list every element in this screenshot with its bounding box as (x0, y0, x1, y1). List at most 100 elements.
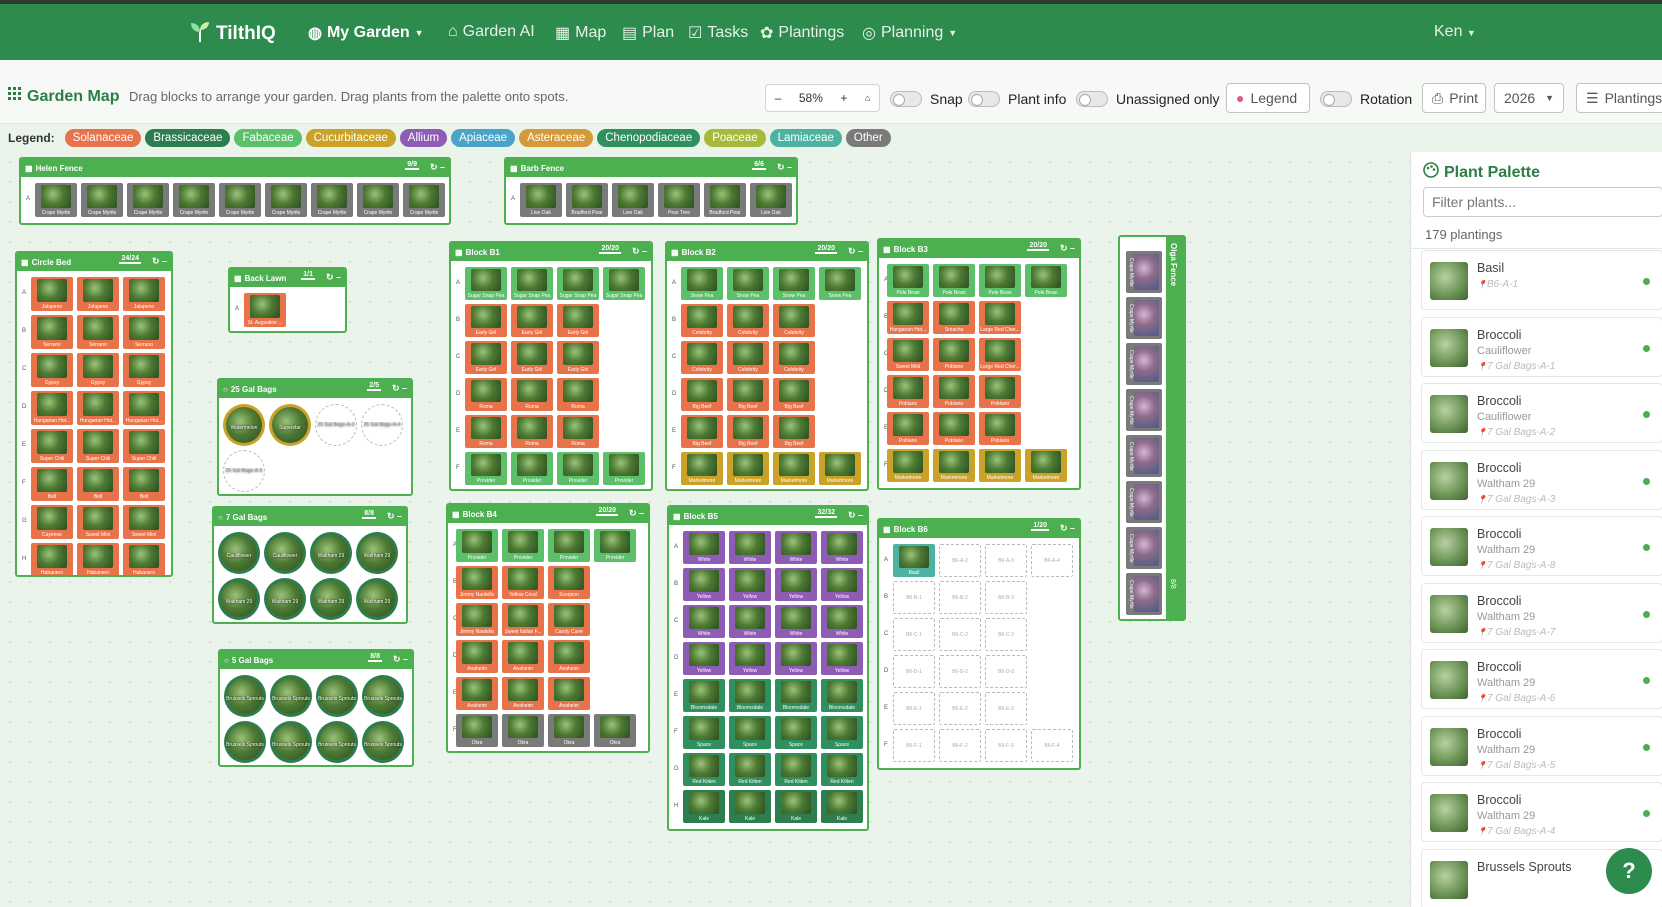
plant-spot[interactable]: Brussels Sprouts (270, 675, 312, 717)
plant-spot[interactable]: Crape Myrtle (35, 183, 77, 217)
plant-spot[interactable]: Superstar (269, 404, 311, 446)
plant-spot[interactable]: Bloomsdale (775, 679, 817, 712)
plant-spot[interactable]: Hungarian Hot... (123, 391, 165, 425)
nav-item-planning[interactable]: ◎ Planning ▼ (862, 23, 957, 43)
plant-spot[interactable]: Super Chili (123, 429, 165, 463)
plant-spot[interactable]: Poblano (933, 338, 975, 371)
plant-spot[interactable]: Waltham 29 (310, 578, 352, 620)
plant-spot[interactable]: Super Chili (77, 429, 119, 463)
legend-button[interactable]: ● Legend (1226, 83, 1310, 113)
palette-item[interactable]: Broccoli Cauliflower 📍7 Gal Bags-A-2 (1421, 383, 1662, 443)
plant-spot[interactable]: Celebrity (773, 304, 815, 337)
block-header[interactable]: ▦ Barb Fence 6/6 ↻ – (506, 159, 796, 177)
empty-plant-spot[interactable]: B6-D-2 (939, 655, 981, 688)
empty-plant-spot[interactable]: B6-B-3 (985, 581, 1027, 614)
plant-spot[interactable]: Gypsy (77, 353, 119, 387)
legend-pill-allium[interactable]: Allium (399, 129, 448, 147)
nav-item-garden-ai[interactable]: ⌂ Garden AI (448, 23, 535, 41)
brand[interactable]: TilthIQ (190, 20, 276, 48)
plant-spot[interactable]: Yellow (683, 642, 725, 675)
palette-item[interactable]: Broccoli Waltham 29 📍7 Gal Bags-A-7 (1421, 582, 1662, 643)
plant-spot[interactable]: Live Oak (750, 183, 792, 217)
plant-spot[interactable]: Pole Bean (887, 264, 929, 297)
plant-spot[interactable]: Provider (603, 452, 645, 485)
plant-spot[interactable]: Provider (548, 529, 590, 562)
plant-spot[interactable]: White (775, 531, 817, 564)
rotate-icon[interactable]: ↻ – (1060, 243, 1075, 254)
garden-block-b4[interactable]: ▦ Block B4 20/20 ↻ – A Provider Provider Provid… (446, 503, 650, 753)
garden-block-b6[interactable]: ▦ Block B6 1/20 ↻ – A Basil B6-A-2 B6-A-3 B6-A-4… (877, 518, 1081, 770)
plant-spot[interactable]: Jalapeno (123, 277, 165, 311)
plant-spot[interactable]: Poblano (979, 412, 1021, 445)
plant-spot[interactable]: Red Kitten (683, 753, 725, 786)
plant-spot[interactable]: Poblano (887, 412, 929, 445)
block-header[interactable]: ○ 7 Gal Bags 8/8 ↻ – (214, 508, 406, 526)
empty-plant-spot[interactable]: B6-C-2 (939, 618, 981, 651)
plant-spot[interactable]: Crape Myrtle (1126, 573, 1162, 615)
plant-spot[interactable]: Early Girl (511, 341, 553, 374)
plant-spot[interactable]: Marketmore (1025, 449, 1067, 482)
plant-spot[interactable]: Serrano (123, 315, 165, 349)
plant-spot[interactable]: Roma (465, 415, 507, 448)
garden-block-b2[interactable]: ▦ Block B2 20/20 ↻ – A Snow Pea Snow Pea Snow P… (665, 241, 869, 491)
plant-spot[interactable]: Roma (557, 378, 599, 411)
plant-spot[interactable]: Provider (502, 529, 544, 562)
plant-spot[interactable]: Marketmore (979, 449, 1021, 482)
plant-spot[interactable]: Sugar Snap Pea (511, 267, 553, 300)
print-button[interactable]: ⎙ Print (1422, 83, 1486, 113)
plant-spot[interactable]: Yellow (775, 568, 817, 601)
block-header[interactable]: ▦ Block B3 20/20 ↻ – (879, 240, 1079, 258)
rotate-icon[interactable]: ↻ – (629, 508, 644, 519)
empty-plant-spot[interactable]: B6-A-4 (1031, 544, 1073, 577)
plant-spot[interactable]: Snow Pea (681, 267, 723, 300)
plant-spot[interactable]: Pole Bean (1025, 264, 1067, 297)
plant-spot[interactable]: Space (729, 716, 771, 749)
rotate-icon[interactable]: ↻ – (392, 383, 407, 394)
plant-spot[interactable]: Anaheim (502, 640, 544, 673)
plant-spot[interactable]: Brussels Sprouts (224, 675, 266, 717)
plant-spot[interactable]: White (683, 605, 725, 638)
plant-spot[interactable]: Yellow Coral (502, 566, 544, 599)
rotate-icon[interactable]: ↻ – (632, 246, 647, 257)
empty-plant-spot[interactable]: B6-E-3 (985, 692, 1027, 725)
plant-spot[interactable]: Basil (893, 544, 935, 577)
help-button[interactable]: ? (1606, 848, 1652, 894)
plant-spot[interactable]: Bell (123, 467, 165, 501)
palette-item[interactable]: Broccoli Waltham 29 📍7 Gal Bags-A-3 (1421, 449, 1662, 510)
rotate-icon[interactable]: ↻ – (777, 162, 792, 173)
plant-spot[interactable]: Big Beef (727, 415, 769, 448)
plant-spot[interactable]: White (683, 531, 725, 564)
plant-spot[interactable]: Okra (502, 714, 544, 747)
plant-spot[interactable]: Kale (821, 790, 863, 823)
plant-spot[interactable]: Red Kitten (775, 753, 817, 786)
plant-spot[interactable]: Crape Myrtle (127, 183, 169, 217)
plant-spot[interactable]: Poblano (979, 375, 1021, 408)
empty-plant-spot[interactable]: 25 Gal Bags-A-3 (315, 404, 357, 446)
plant-spot[interactable]: Anaheim (456, 677, 498, 710)
plant-spot[interactable]: Yellow (821, 568, 863, 601)
plant-spot[interactable]: Marketmore (773, 452, 815, 485)
rotate-icon[interactable]: ↻ – (848, 510, 863, 521)
rotate-icon[interactable]: ↻ – (393, 654, 408, 665)
empty-plant-spot[interactable]: 25 Gal Bags-A-4 (361, 404, 403, 446)
plant-spot[interactable]: Crape Myrtle (1126, 343, 1162, 385)
plant-spot[interactable]: Yellow (729, 568, 771, 601)
garden-block-barb[interactable]: ▦ Barb Fence 6/6 ↻ – A Live Oak Bradford Pear L… (504, 157, 798, 225)
plant-spot[interactable]: Poblano (933, 412, 975, 445)
nav-item-my-garden[interactable]: ◍ My Garden ▼ (308, 23, 424, 43)
empty-plant-spot[interactable]: B6-F-2 (939, 729, 981, 762)
plant-spot[interactable]: Big Beef (727, 378, 769, 411)
legend-pill-fabaceae[interactable]: Fabaceae (234, 129, 302, 147)
plant-spot[interactable]: Big Beef (773, 415, 815, 448)
plant-spot[interactable]: Anaheim (456, 640, 498, 673)
plant-spot[interactable]: Serrano (77, 315, 119, 349)
plant-spot[interactable]: Anaheim (502, 677, 544, 710)
plant-spot[interactable]: Waltham 29 (310, 532, 352, 574)
palette-item[interactable]: Broccoli Waltham 29 📍7 Gal Bags-A-5 (1421, 715, 1662, 776)
nav-item-map[interactable]: ▦ Map (555, 23, 606, 43)
block-header[interactable]: Olga Fence 8/8 (1166, 237, 1184, 619)
garden-block-b5[interactable]: ▦ Block B5 32/32 ↻ – A White White White White B Y… (667, 505, 869, 831)
plant-spot[interactable]: Brussels Sprouts (224, 721, 266, 763)
plant-spot[interactable]: Crape Myrtle (403, 183, 445, 217)
plant-spot[interactable]: Roma (465, 378, 507, 411)
